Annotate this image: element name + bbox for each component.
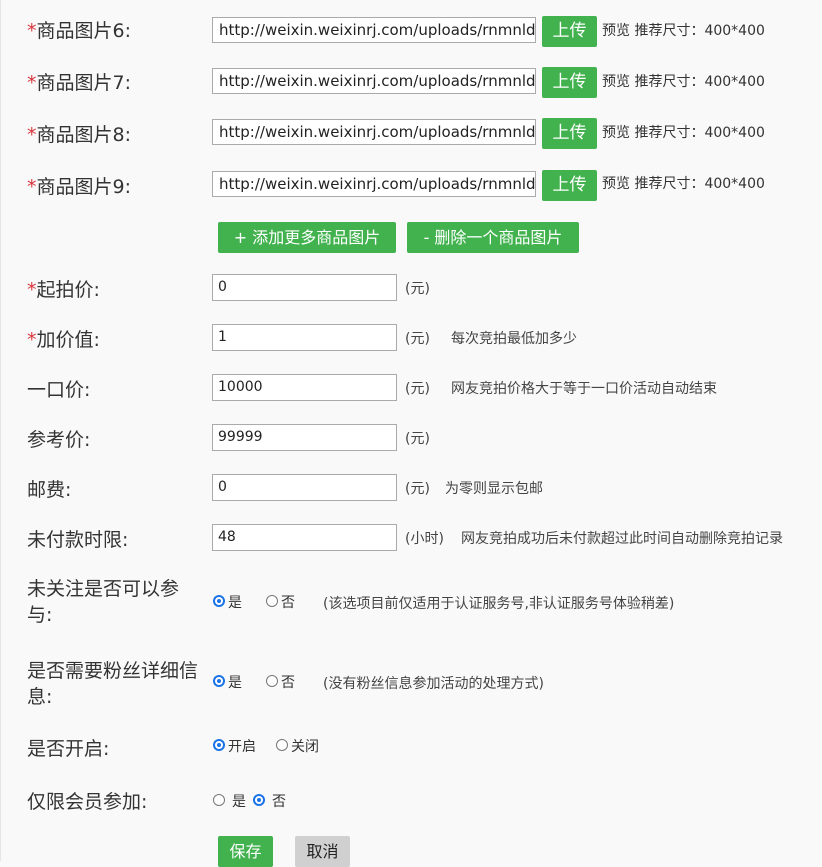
required-mark: * [27,72,37,94]
image-8-size-hint: 推荐尺寸：400*400 [634,125,765,141]
increment-label-text: 加价值: [36,329,100,351]
enabled-option-label: 是否开启: [27,738,110,760]
start-price-label: *起拍价: [27,277,100,303]
buy-now-unit: (元) [405,381,430,397]
increment-label: *加价值: [27,327,100,353]
image-6-size-hint: 推荐尺寸：400*400 [634,23,765,39]
follow-option-label-line2: 与: [27,604,53,626]
image-9-label-text: 商品图片9: [36,176,132,198]
image-6-label-text: 商品图片6: [36,20,132,42]
start-price-unit: (元) [405,281,430,297]
image-9-preview: 预览 推荐尺寸：400*400 [602,174,765,194]
follow-yes-label[interactable]: 是 [228,594,242,612]
postage-label: 邮费: [27,479,72,501]
image-9-preview-link[interactable]: 预览 [602,176,630,192]
fan-info-no-label[interactable]: 否 [281,674,295,692]
required-mark: * [27,176,37,198]
pay-limit-label: 未付款时限: [27,529,129,551]
buy-now-hint: 网友竞拍价格大于等于一口价活动自动结束 [451,381,717,397]
postage-input[interactable]: 0 [212,474,397,501]
pay-limit-hint: 网友竞拍成功后未付款超过此时间自动删除竞拍记录 [461,531,783,547]
image-7-url-input[interactable]: http://weixin.weixinrj.com/uploads/rnmnl… [212,68,536,94]
save-button[interactable]: 保存 [218,836,273,867]
image-8-upload-button[interactable]: 上传 [542,118,597,149]
enabled-yes-label[interactable]: 开启 [228,738,256,756]
image-6-url-input[interactable]: http://weixin.weixinrj.com/uploads/rnmnl… [212,17,536,43]
enabled-no-label[interactable]: 关闭 [291,738,319,756]
follow-option-label: 未关注是否可以参 与: [27,576,179,628]
buy-now-input[interactable]: 10000 [212,374,397,401]
image-7-size-hint: 推荐尺寸：400*400 [634,74,765,90]
enabled-no-radio[interactable] [276,739,288,751]
image-7-label-text: 商品图片7: [36,72,132,94]
add-more-images-button[interactable]: + 添加更多商品图片 [218,222,396,253]
pay-limit-input[interactable]: 48 [212,524,397,551]
image-7-label: *商品图片7: [27,70,131,96]
image-8-label-text: 商品图片8: [36,124,132,146]
image-6-preview: 预览 推荐尺寸：400*400 [602,21,765,41]
delete-one-image-button[interactable]: - 删除一个商品图片 [407,222,579,253]
members-only-option-label: 仅限会员参加: [27,791,148,813]
start-price-label-text: 起拍价: [36,279,100,301]
follow-option-label-line1: 未关注是否可以参 [27,578,180,600]
image-6-preview-link[interactable]: 预览 [602,23,630,39]
fan-info-option-label-line1: 是否需要粉丝详细信 [27,660,199,682]
image-8-url-input[interactable]: http://weixin.weixinrj.com/uploads/rnmnl… [212,119,536,145]
follow-yes-radio[interactable] [213,595,225,607]
follow-no-radio[interactable] [266,595,278,607]
pay-limit-unit: (小时) [405,531,444,547]
follow-no-label[interactable]: 否 [281,594,295,612]
reference-price-input[interactable]: 99999 [212,424,397,451]
buy-now-label: 一口价: [27,379,91,401]
required-mark: * [27,329,37,351]
cancel-button[interactable]: 取消 [295,836,350,867]
fan-info-option-label: 是否需要粉丝详细信 息: [27,658,198,710]
image-9-upload-button[interactable]: 上传 [542,170,597,201]
reference-price-label: 参考价: [27,429,91,451]
start-price-input[interactable]: 0 [212,274,397,301]
follow-hint: (该选项目前仅适用于认证服务号,非认证服务号体验稍差) [323,596,675,612]
fan-info-yes-radio[interactable] [213,675,225,687]
image-8-preview-link[interactable]: 预览 [602,125,630,141]
fan-info-yes-label[interactable]: 是 [228,674,242,692]
image-6-label: *商品图片6: [27,18,131,44]
increment-unit: (元) [405,331,430,347]
image-7-upload-button[interactable]: 上传 [542,67,597,98]
image-9-size-hint: 推荐尺寸：400*400 [634,176,765,192]
members-only-yes-radio[interactable] [213,794,225,806]
fan-info-no-radio[interactable] [266,675,278,687]
image-8-label: *商品图片8: [27,122,131,148]
required-mark: * [27,124,37,146]
required-mark: * [27,279,37,301]
members-only-no-radio[interactable] [253,794,265,806]
image-7-preview-link[interactable]: 预览 [602,74,630,90]
required-mark: * [27,20,37,42]
members-only-yes-label[interactable]: 是 [232,793,246,811]
fan-info-hint: (没有粉丝信息参加活动的处理方式) [323,676,544,692]
image-7-preview: 预览 推荐尺寸：400*400 [602,72,765,92]
enabled-yes-radio[interactable] [213,739,225,751]
postage-unit: (元) [405,481,430,497]
image-9-url-input[interactable]: http://weixin.weixinrj.com/uploads/rnmnl… [212,171,536,197]
postage-hint: 为零则显示包邮 [445,481,543,497]
members-only-no-label[interactable]: 否 [272,793,286,811]
image-8-preview: 预览 推荐尺寸：400*400 [602,123,765,143]
increment-hint: 每次竞拍最低加多少 [451,331,577,347]
increment-input[interactable]: 1 [212,324,397,351]
image-9-label: *商品图片9: [27,174,131,200]
fan-info-option-label-line2: 息: [27,686,53,708]
image-6-upload-button[interactable]: 上传 [542,16,597,47]
reference-price-unit: (元) [405,431,430,447]
